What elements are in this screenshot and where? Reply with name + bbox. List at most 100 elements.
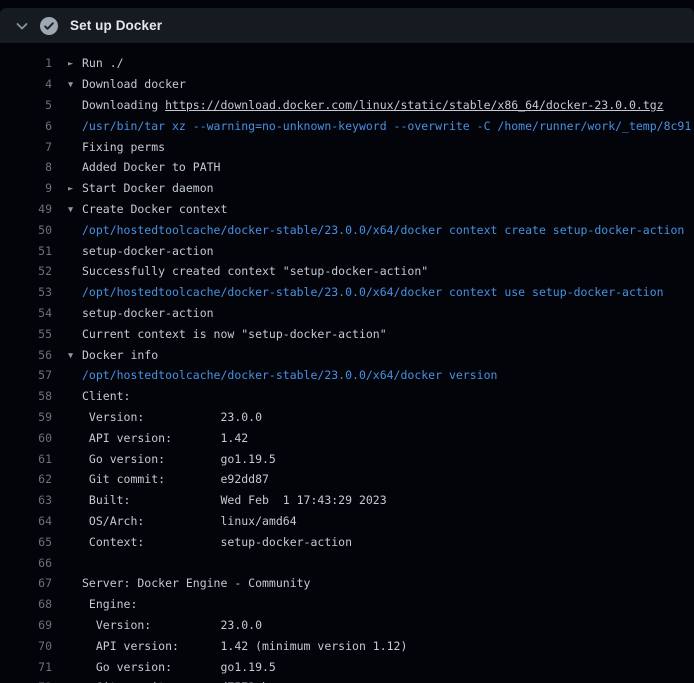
line-number[interactable]: 4 xyxy=(0,77,52,91)
log-text: Version: 23.0.0 xyxy=(82,410,262,424)
triangle-expanded-icon[interactable]: ▼ xyxy=(52,205,82,215)
line-number[interactable]: 63 xyxy=(0,493,52,507)
line-number[interactable]: 68 xyxy=(0,597,52,611)
line-content: Fixing perms xyxy=(52,140,165,154)
log-line: 53/opt/hostedtoolcache/docker-stable/23.… xyxy=(0,282,694,303)
log-line: 70 API version: 1.42 (minimum version 1.… xyxy=(0,635,694,656)
log-line: 5Downloading https://download.docker.com… xyxy=(0,95,694,116)
log-text: setup-docker-action xyxy=(82,244,214,258)
line-content: Downloading https://download.docker.com/… xyxy=(52,98,664,112)
line-content: setup-docker-action xyxy=(52,306,214,320)
log-line: 57/opt/hostedtoolcache/docker-stable/23.… xyxy=(0,365,694,386)
line-number[interactable]: 67 xyxy=(0,576,52,590)
line-content: ▼Docker info xyxy=(52,348,158,362)
line-content: Current context is now "setup-docker-act… xyxy=(52,327,387,341)
line-number[interactable]: 60 xyxy=(0,431,52,445)
line-content: Built: Wed Feb 1 17:43:29 2023 xyxy=(52,493,387,507)
log-line: 54 setup-docker-action xyxy=(0,303,694,324)
line-number[interactable]: 55 xyxy=(0,327,52,341)
line-number[interactable]: 49 xyxy=(0,202,52,216)
group-title: Start Docker daemon xyxy=(82,181,214,195)
log-text: API version: 1.42 xyxy=(82,431,248,445)
line-number[interactable]: 5 xyxy=(0,98,52,112)
line-number[interactable]: 9 xyxy=(0,181,52,195)
line-number[interactable]: 54 xyxy=(0,306,52,320)
line-content: Engine: xyxy=(52,597,137,611)
log-group-row[interactable]: 4▼Download docker xyxy=(0,74,694,95)
line-number[interactable]: 57 xyxy=(0,368,52,382)
log-line: 55 Current context is now "setup-docker-a… xyxy=(0,323,694,344)
line-number[interactable]: 66 xyxy=(0,556,52,570)
log-text: Go version: go1.19.5 xyxy=(82,452,276,466)
line-content: /opt/hostedtoolcache/docker-stable/23.0.… xyxy=(52,223,684,237)
triangle-expanded-icon[interactable]: ▼ xyxy=(52,351,82,361)
log-group-row[interactable]: 49▼Create Docker context xyxy=(0,199,694,220)
log-line: 72 Git commit: d7573ab xyxy=(0,677,694,683)
line-number[interactable]: 6 xyxy=(0,119,52,133)
line-number[interactable]: 56 xyxy=(0,348,52,362)
line-content: ►Run ./ xyxy=(52,56,124,70)
log-text: setup-docker-action xyxy=(82,306,214,320)
log-text: Downloading xyxy=(82,98,165,112)
line-content: /usr/bin/tar xz --warning=no-unknown-key… xyxy=(52,119,691,133)
download-url-link[interactable]: https://download.docker.com/linux/static… xyxy=(165,98,664,112)
log-line: 67 Server: Docker Engine - Community xyxy=(0,573,694,594)
line-content: /opt/hostedtoolcache/docker-stable/23.0.… xyxy=(52,368,497,382)
group-title: Run ./ xyxy=(82,56,124,70)
line-number[interactable]: 1 xyxy=(0,56,52,70)
line-number[interactable]: 51 xyxy=(0,244,52,258)
command-text: /opt/hostedtoolcache/docker-stable/23.0.… xyxy=(82,223,684,237)
chevron-down-icon[interactable] xyxy=(14,18,30,34)
log-line: 63 Built: Wed Feb 1 17:43:29 2023 xyxy=(0,490,694,511)
line-number[interactable]: 53 xyxy=(0,285,52,299)
log-line: 64 OS/Arch: linux/amd64 xyxy=(0,511,694,532)
line-number[interactable]: 62 xyxy=(0,472,52,486)
line-content: Version: 23.0.0 xyxy=(52,618,262,632)
command-text: /opt/hostedtoolcache/docker-stable/23.0.… xyxy=(82,285,664,299)
line-number[interactable]: 64 xyxy=(0,514,52,528)
log-text: Engine: xyxy=(82,597,137,611)
log-text: OS/Arch: linux/amd64 xyxy=(82,514,297,528)
line-number[interactable]: 69 xyxy=(0,618,52,632)
log-text: Go version: go1.19.5 xyxy=(82,660,276,674)
log-group-row[interactable]: 9►Start Docker daemon xyxy=(0,178,694,199)
log-text: API version: 1.42 (minimum version 1.12) xyxy=(82,639,407,653)
check-circle-icon xyxy=(40,17,58,35)
log-group-row[interactable]: 56▼Docker info xyxy=(0,344,694,365)
log-text: Built: Wed Feb 1 17:43:29 2023 xyxy=(82,493,387,507)
log-text: Server: Docker Engine - Community xyxy=(82,576,310,590)
log-line: 65 Context: setup-docker-action xyxy=(0,531,694,552)
log-line: 71 Go version: go1.19.5 xyxy=(0,656,694,677)
log-text: Version: 23.0.0 xyxy=(82,618,262,632)
line-content: Client: xyxy=(52,389,130,403)
line-number[interactable]: 59 xyxy=(0,410,52,424)
line-content: API version: 1.42 xyxy=(52,431,248,445)
step-header[interactable]: Set up Docker xyxy=(0,8,694,43)
log-line: 59 Version: 23.0.0 xyxy=(0,407,694,428)
log-text: Current context is now "setup-docker-act… xyxy=(82,327,387,341)
line-number[interactable]: 7 xyxy=(0,140,52,154)
log-line: 61 Go version: go1.19.5 xyxy=(0,448,694,469)
line-content: Version: 23.0.0 xyxy=(52,410,262,424)
line-content: setup-docker-action xyxy=(52,244,214,258)
log-text: Added Docker to PATH xyxy=(82,160,220,174)
line-number[interactable]: 50 xyxy=(0,223,52,237)
line-number[interactable]: 8 xyxy=(0,160,52,174)
log-line: 69 Version: 23.0.0 xyxy=(0,615,694,636)
line-number[interactable]: 58 xyxy=(0,389,52,403)
line-number[interactable]: 71 xyxy=(0,660,52,674)
log-line: 6/usr/bin/tar xz --warning=no-unknown-ke… xyxy=(0,115,694,136)
log-line: 62 Git commit: e92dd87 xyxy=(0,469,694,490)
triangle-expanded-icon[interactable]: ▼ xyxy=(52,80,82,90)
log-text: Successfully created context "setup-dock… xyxy=(82,264,428,278)
line-number[interactable]: 61 xyxy=(0,452,52,466)
line-number[interactable]: 70 xyxy=(0,639,52,653)
line-number[interactable]: 52 xyxy=(0,264,52,278)
triangle-collapsed-icon[interactable]: ► xyxy=(52,184,82,194)
line-content: ▼Download docker xyxy=(52,77,186,91)
line-content: Added Docker to PATH xyxy=(52,160,220,174)
triangle-collapsed-icon[interactable]: ► xyxy=(52,59,82,69)
log-group-row[interactable]: 1►Run ./ xyxy=(0,53,694,74)
log-text: Fixing perms xyxy=(82,140,165,154)
line-number[interactable]: 65 xyxy=(0,535,52,549)
